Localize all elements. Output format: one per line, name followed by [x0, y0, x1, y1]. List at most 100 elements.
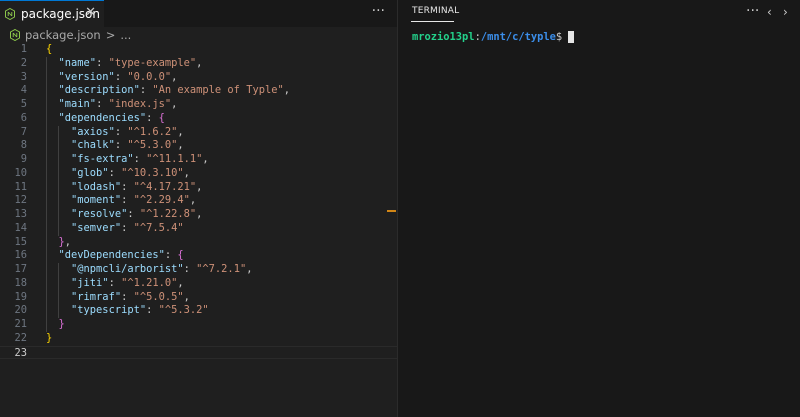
- code-token: "moment": [71, 194, 122, 207]
- code-token: "lodash": [71, 180, 122, 193]
- code-line[interactable]: 13 "resolve": "^1.22.8",: [0, 208, 397, 222]
- code-line[interactable]: 10 "glob": "^10.3.10",: [0, 167, 397, 181]
- code-line[interactable]: 7 "axios": "^1.6.2",: [0, 126, 397, 140]
- code-token: "description": [58, 84, 140, 97]
- code-line[interactable]: 12 "moment": "^2.29.4",: [0, 194, 397, 208]
- chevron-left-icon[interactable]: ‹: [767, 5, 772, 19]
- line-number: 9: [20, 153, 27, 165]
- code-token: ,: [183, 290, 190, 303]
- breadcrumb: package.json > ...: [0, 27, 397, 43]
- code-text: "jiti": "^1.21.0",: [46, 277, 184, 291]
- editor-pane[interactable]: package.json ✕ ··· package.json > ... 1{…: [0, 0, 397, 417]
- code-text: "axios": "^1.6.2",: [46, 126, 184, 140]
- code-line[interactable]: 16 "devDependencies": {: [0, 249, 397, 263]
- editor-scrollbar[interactable]: [385, 43, 397, 417]
- code-token: :: [114, 70, 128, 83]
- code-line[interactable]: 9 "fs-extra": "^11.1.1",: [0, 153, 397, 167]
- code-line[interactable]: 6 "dependencies": {: [0, 112, 397, 126]
- code-line[interactable]: 11 "lodash": "^4.17.21",: [0, 181, 397, 195]
- line-number: 15: [14, 235, 27, 248]
- code-token: "glob": [71, 166, 109, 179]
- code-line[interactable]: 17 "@npmcli/arborist": "^7.2.1",: [0, 263, 397, 277]
- code-token: :: [96, 56, 109, 69]
- code-token: "^10.3.10": [121, 166, 184, 179]
- code-token: ,: [177, 139, 184, 152]
- code-token: ,: [189, 194, 197, 207]
- terminal-prompt-line[interactable]: mrozio13pl:/mnt/c/typle $: [412, 31, 575, 43]
- line-number: 20: [14, 304, 27, 317]
- code-token: }: [58, 318, 65, 330]
- code-token: ,: [196, 56, 203, 69]
- code-token: "version": [58, 70, 115, 83]
- terminal-pane[interactable]: TERMINAL ··· ‹ › mrozio13pl:/mnt/c/typle…: [398, 0, 800, 417]
- code-token: ,: [202, 153, 209, 165]
- ellipsis-icon[interactable]: ···: [372, 3, 385, 19]
- code-token: "name": [58, 56, 97, 69]
- code-token: :: [127, 208, 140, 220]
- code-token: "^5.3.0": [127, 139, 178, 152]
- line-number: 21: [14, 318, 27, 330]
- code-token: "@npmcli/arborist": [71, 263, 184, 275]
- prompt-symbol: $: [555, 31, 563, 43]
- tab-terminal[interactable]: TERMINAL: [412, 6, 459, 16]
- code-text: "devDependencies": {: [46, 249, 184, 263]
- code-line[interactable]: 19 "rimraf": "^5.0.5",: [0, 291, 397, 305]
- indent-guide: [58, 125, 59, 236]
- tab-package-json[interactable]: package.json ✕: [0, 0, 104, 27]
- code-token: {: [46, 43, 53, 55]
- code-token: ,: [171, 70, 178, 83]
- code-line[interactable]: 2 "name": "type-example",: [0, 57, 397, 71]
- line-number: 8: [20, 139, 27, 152]
- code-text: "lodash": "^4.17.21",: [46, 181, 202, 195]
- code-token: }: [46, 331, 53, 344]
- code-token: "resolve": [71, 208, 128, 220]
- code-line[interactable]: 4 "description": "An example of Typle",: [0, 84, 397, 98]
- line-number: 10: [14, 166, 27, 179]
- breadcrumb-file[interactable]: package.json: [25, 28, 101, 42]
- line-number: 13: [14, 208, 27, 220]
- code-text: "semver": "^7.5.4": [46, 222, 184, 236]
- code-line[interactable]: 15 },: [0, 236, 397, 250]
- code-token: ,: [177, 276, 184, 289]
- code-token: "chalk": [71, 139, 115, 152]
- breadcrumb-symbol[interactable]: ...: [120, 28, 131, 42]
- code-line[interactable]: 5 "main": "index.js",: [0, 98, 397, 112]
- code-token: ,: [183, 166, 190, 179]
- code-token: "0.0.0": [127, 70, 172, 83]
- code-token: :: [146, 111, 159, 124]
- code-token: :: [133, 153, 147, 165]
- code-line[interactable]: 21 }: [0, 318, 397, 332]
- code-line[interactable]: 3 "version": "0.0.0",: [0, 71, 397, 85]
- code-text: "version": "0.0.0",: [46, 70, 178, 85]
- code-line[interactable]: 8 "chalk": "^5.3.0",: [0, 139, 397, 153]
- line-number: 7: [20, 125, 27, 138]
- code-line[interactable]: 20 "typescript": "^5.3.2": [0, 304, 397, 318]
- code-line[interactable]: 18 "jiti": "^1.21.0",: [0, 277, 397, 291]
- code-token: ,: [196, 180, 203, 193]
- chevron-right-icon[interactable]: ›: [783, 5, 788, 19]
- code-text: "dependencies": {: [46, 112, 165, 126]
- line-number: 5: [20, 98, 27, 110]
- code-token: :: [121, 290, 134, 303]
- code-token: "axios": [71, 125, 115, 138]
- code-token: :: [146, 304, 159, 317]
- code-line[interactable]: 1{: [0, 43, 397, 57]
- line-number: 23: [14, 346, 27, 359]
- code-area[interactable]: 1{2 "name": "type-example", 3 "version": …: [0, 43, 397, 417]
- code-text: }: [46, 318, 65, 332]
- ellipsis-icon[interactable]: ···: [746, 3, 759, 19]
- close-icon[interactable]: ✕: [85, 5, 96, 20]
- code-line[interactable]: 14 "semver": "^7.5.4": [0, 222, 397, 236]
- code-token: ,: [246, 263, 253, 275]
- code-line[interactable]: 22}: [0, 332, 397, 346]
- code-token: :: [183, 263, 197, 275]
- code-line[interactable]: 23: [0, 345, 397, 360]
- line-number: 11: [14, 180, 27, 193]
- code-token: {: [158, 111, 165, 124]
